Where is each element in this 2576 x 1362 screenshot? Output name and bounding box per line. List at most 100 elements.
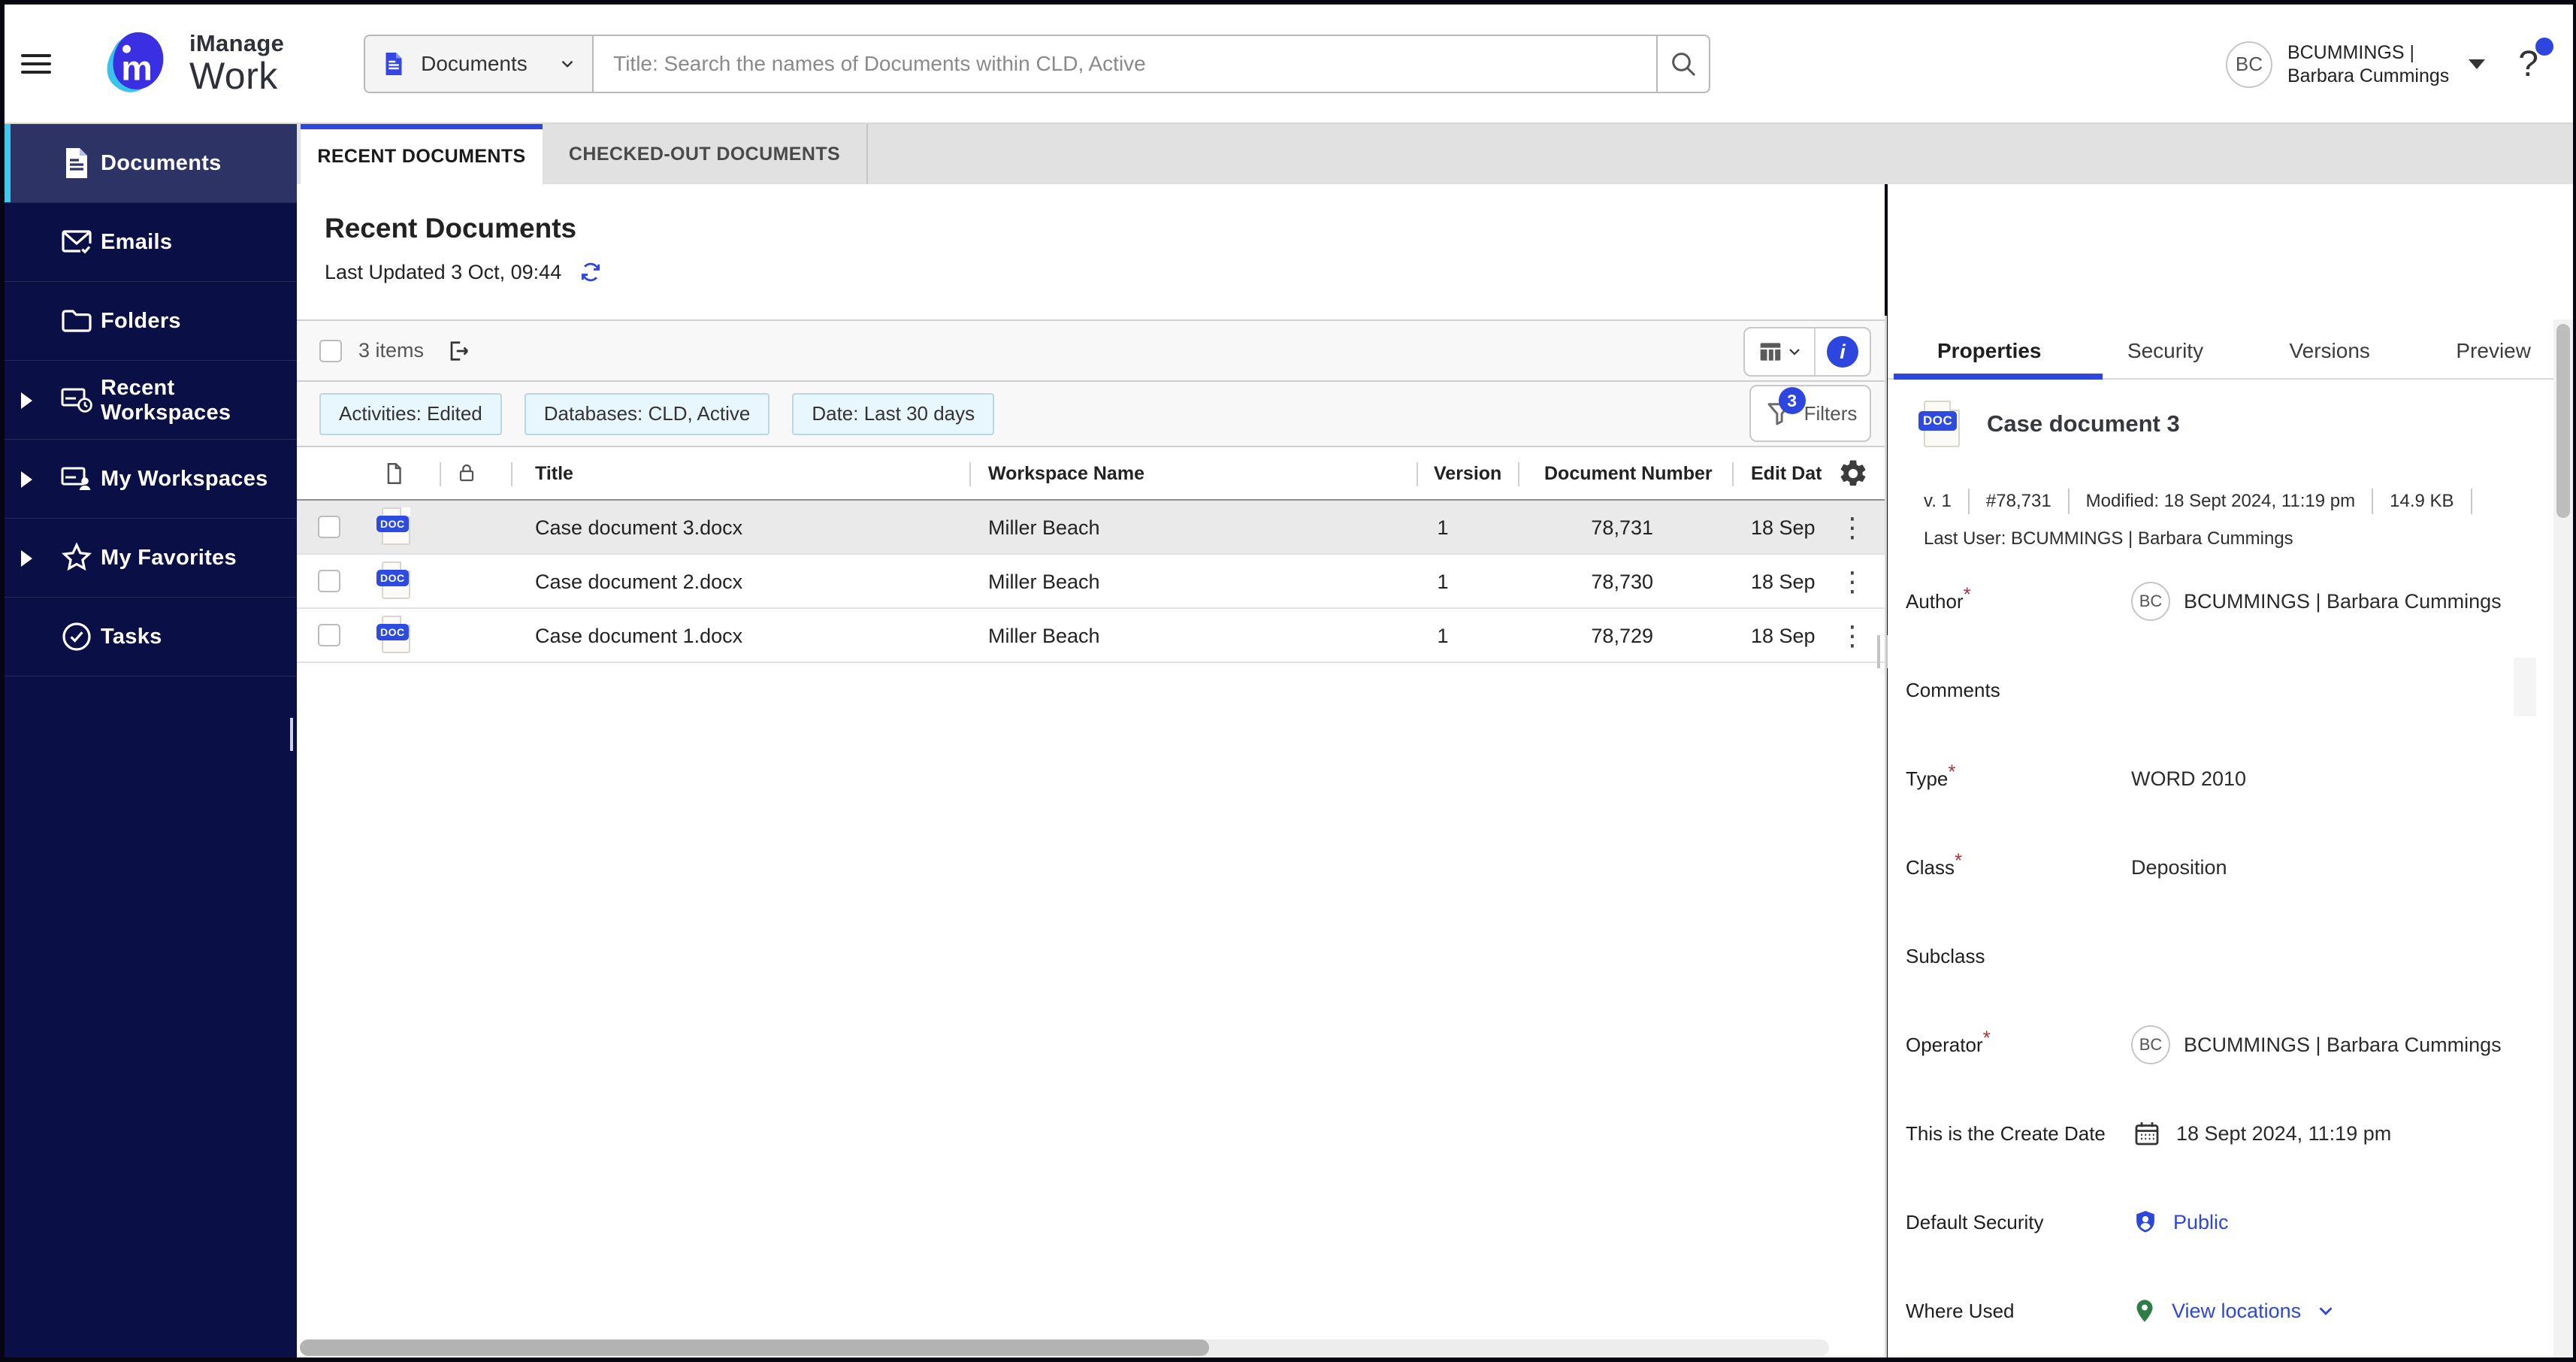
row-edit-date: 18 Sep bbox=[1751, 609, 1816, 663]
row-checkbox[interactable] bbox=[318, 516, 340, 538]
folders-icon bbox=[57, 301, 96, 340]
column-header-title[interactable]: Title bbox=[535, 447, 573, 501]
meta-number: #78,731 bbox=[1986, 491, 2051, 512]
tab-checked-out-documents[interactable]: CHECKED-OUT DOCUMENTS bbox=[543, 124, 868, 184]
filter-chip-date[interactable]: Date: Last 30 days bbox=[792, 393, 994, 435]
row-checkbox[interactable] bbox=[318, 570, 340, 592]
security-public-link[interactable]: Public bbox=[2173, 1211, 2229, 1234]
tab-recent-documents[interactable]: RECENT DOCUMENTS bbox=[301, 124, 543, 184]
calendar-icon bbox=[2131, 1118, 2163, 1149]
column-header-workspace-name[interactable]: Workspace Name bbox=[988, 447, 1144, 501]
sidebar-item-my-workspaces[interactable]: My Workspaces bbox=[5, 440, 297, 519]
filter-chip-activities[interactable]: Activities: Edited bbox=[319, 393, 502, 435]
expand-arrow-icon[interactable] bbox=[21, 471, 32, 488]
lock-column-icon[interactable] bbox=[455, 461, 479, 485]
search-scope-dropdown[interactable]: Documents bbox=[364, 35, 594, 93]
type-value: WORD 2010 bbox=[2131, 767, 2246, 791]
table-row[interactable]: DOC Case document 1.docx Miller Beach 1 … bbox=[297, 609, 1885, 663]
sidebar-item-my-favorites[interactable]: My Favorites bbox=[5, 519, 297, 598]
sidebar-item-tasks[interactable]: Tasks bbox=[5, 598, 297, 676]
filters-count-badge: 3 bbox=[1779, 387, 1806, 414]
row-title[interactable]: Case document 3.docx bbox=[535, 501, 742, 555]
file-type-column-icon[interactable] bbox=[381, 461, 407, 486]
chevron-down-icon bbox=[1785, 343, 1804, 361]
row-workspace: Miller Beach bbox=[988, 555, 1100, 609]
sidebar-item-recent-workspaces[interactable]: Recent Workspaces bbox=[5, 361, 297, 440]
hamburger-menu-icon[interactable] bbox=[21, 49, 51, 79]
row-checkbox[interactable] bbox=[318, 624, 340, 646]
sidebar-item-folders[interactable]: Folders bbox=[5, 282, 297, 361]
filter-chip-databases[interactable]: Databases: CLD, Active bbox=[525, 393, 770, 435]
select-all-checkbox[interactable] bbox=[319, 340, 342, 362]
document-icon bbox=[380, 50, 407, 77]
operator-value: BCUMMINGS | Barbara Cummings bbox=[2184, 1034, 2502, 1057]
chevron-down-icon[interactable] bbox=[2314, 1300, 2337, 1322]
my-workspaces-icon bbox=[57, 459, 96, 498]
meta-version: v. 1 bbox=[1924, 491, 1952, 512]
imanage-logo-icon: m bbox=[95, 23, 179, 104]
row-version: 1 bbox=[1401, 501, 1484, 555]
column-header-edit-date[interactable]: Edit Dat bbox=[1751, 447, 1822, 501]
panel-tab-versions[interactable]: Versions bbox=[2290, 339, 2370, 363]
row-title[interactable]: Case document 2.docx bbox=[535, 555, 742, 609]
column-header-version[interactable]: Version bbox=[1434, 447, 1501, 501]
last-updated-text: Last Updated 3 Oct, 09:44 bbox=[325, 261, 561, 284]
security-shield-icon bbox=[2131, 1208, 2160, 1236]
table-row[interactable]: DOC Case document 3.docx Miller Beach 1 … bbox=[297, 501, 1885, 555]
panel-divider bbox=[1885, 316, 1887, 1357]
user-menu-caret-icon[interactable] bbox=[2469, 59, 2485, 69]
panel-tab-preview[interactable]: Preview bbox=[2456, 339, 2531, 363]
funnel-icon: 3 bbox=[1764, 398, 1795, 429]
refresh-icon[interactable] bbox=[578, 259, 603, 285]
product-name: Work bbox=[189, 54, 284, 98]
sidebar: Documents Emails Folders bbox=[5, 124, 297, 1357]
panel-tabs: Properties Security Versions Preview bbox=[1888, 323, 2573, 380]
row-title[interactable]: Case document 1.docx bbox=[535, 609, 742, 663]
panel-scrollbar[interactable] bbox=[2553, 319, 2573, 1357]
view-selector-button[interactable] bbox=[1745, 328, 1814, 375]
search-bar: Documents bbox=[364, 35, 1710, 93]
doc-file-icon: DOC bbox=[1924, 401, 1960, 447]
row-menu-kebab-icon[interactable]: ⋮ bbox=[1839, 609, 1866, 663]
table-row[interactable]: DOC Case document 2.docx Miller Beach 1 … bbox=[297, 555, 1885, 609]
expand-arrow-icon[interactable] bbox=[21, 550, 32, 567]
search-button[interactable] bbox=[1656, 35, 1710, 93]
help-button[interactable]: ? bbox=[2518, 44, 2553, 85]
column-header-document-number[interactable]: Document Number bbox=[1544, 447, 1713, 501]
column-settings-gear-icon[interactable] bbox=[1837, 458, 1869, 495]
page-title: Recent Documents bbox=[325, 213, 1885, 244]
filters-button[interactable]: 3 Filters bbox=[1749, 385, 1871, 442]
expand-arrow-icon[interactable] bbox=[21, 392, 32, 409]
filter-chips-row: Activities: Edited Databases: CLD, Activ… bbox=[297, 382, 1885, 447]
user-name: BCUMMINGS | Barbara Cummings bbox=[2287, 41, 2449, 88]
tasks-check-icon bbox=[57, 617, 96, 656]
user-avatar[interactable]: BC bbox=[2226, 41, 2272, 88]
recent-workspaces-icon bbox=[57, 380, 96, 419]
info-button[interactable]: i bbox=[1816, 328, 1870, 375]
info-icon: i bbox=[1827, 336, 1858, 368]
panel-scrollbar-thumb[interactable] bbox=[2556, 324, 2570, 518]
inner-scrollbar-thumb[interactable] bbox=[2514, 658, 2536, 716]
sidebar-item-emails[interactable]: Emails bbox=[5, 203, 297, 282]
horizontal-scrollbar-thumb[interactable] bbox=[300, 1339, 1209, 1356]
row-menu-kebab-icon[interactable]: ⋮ bbox=[1839, 501, 1866, 555]
search-input[interactable] bbox=[594, 35, 1656, 93]
operator-avatar: BC bbox=[2131, 1025, 2170, 1064]
view-locations-link[interactable]: View locations bbox=[2172, 1300, 2301, 1323]
field-where-used: Where Used View locations bbox=[1906, 1267, 2543, 1355]
document-list-area: Recent Documents Last Updated 3 Oct, 09:… bbox=[297, 184, 1885, 1357]
field-class: Class* Deposition bbox=[1906, 823, 2543, 912]
help-notification-dot bbox=[2535, 38, 2553, 56]
top-bar: m iManage Work Documents bbox=[5, 5, 2573, 124]
panel-tab-security[interactable]: Security bbox=[2127, 339, 2203, 363]
panel-tab-properties[interactable]: Properties bbox=[1937, 339, 2042, 363]
horizontal-scrollbar[interactable] bbox=[300, 1339, 1829, 1356]
table-view-icon bbox=[1755, 337, 1785, 367]
app-window: m iManage Work Documents bbox=[0, 0, 2576, 1362]
sidebar-item-documents[interactable]: Documents bbox=[5, 124, 297, 203]
emails-icon bbox=[57, 222, 96, 262]
doc-file-icon: DOC bbox=[382, 507, 410, 545]
export-icon[interactable] bbox=[445, 337, 472, 365]
row-workspace: Miller Beach bbox=[988, 501, 1100, 555]
row-menu-kebab-icon[interactable]: ⋮ bbox=[1839, 555, 1866, 609]
